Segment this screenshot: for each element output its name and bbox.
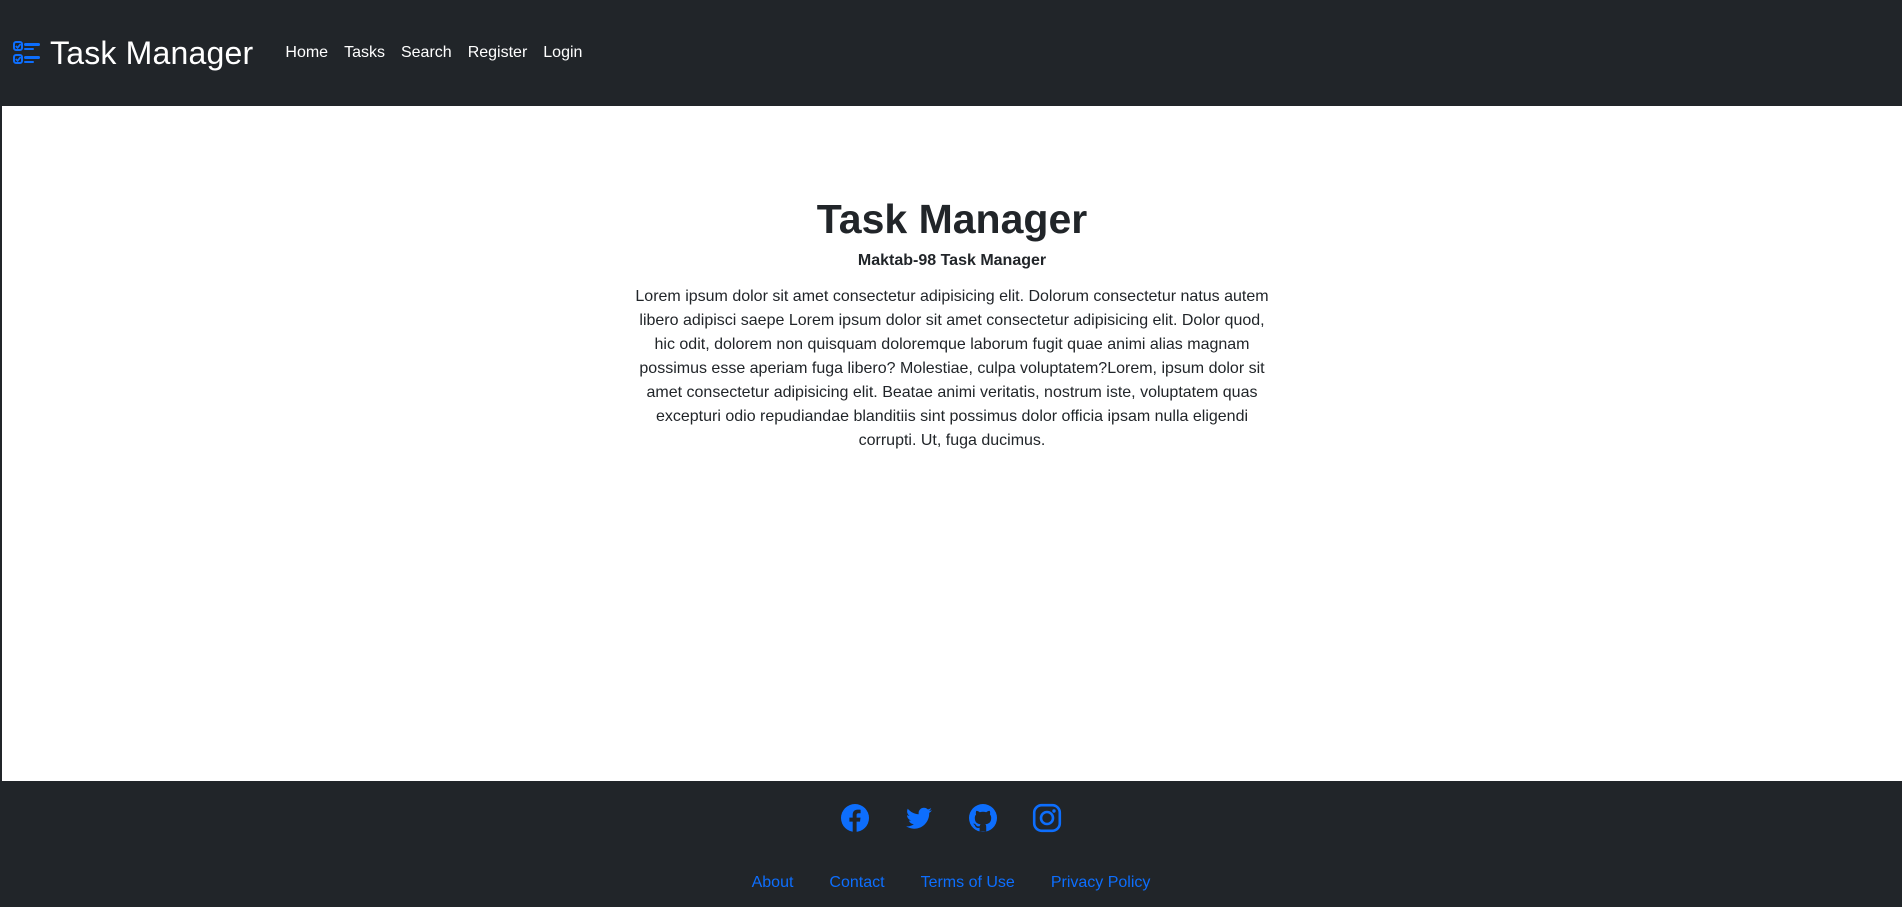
footer: About Contact Terms of Use Privacy Polic… — [0, 781, 1902, 907]
social-links — [0, 803, 1902, 833]
github-icon[interactable] — [968, 803, 998, 833]
nav-link-login[interactable]: Login — [543, 44, 582, 62]
twitter-icon[interactable] — [904, 803, 934, 833]
nav-links: Home Tasks Search Register Login — [285, 44, 582, 62]
list-check-icon — [13, 39, 41, 67]
app: Task Manager Home Tasks Search Register … — [0, 0, 1902, 907]
nav-link-home[interactable]: Home — [285, 44, 328, 62]
footer-link-privacy[interactable]: Privacy Policy — [1051, 874, 1151, 892]
main-content: Task Manager Maktab-98 Task Manager Lore… — [2, 106, 1902, 781]
hero-description: Lorem ipsum dolor sit amet consectetur a… — [635, 288, 1269, 449]
footer-link-contact[interactable]: Contact — [829, 874, 884, 892]
brand-link[interactable]: Task Manager — [13, 35, 253, 72]
footer-link-terms[interactable]: Terms of Use — [921, 874, 1015, 892]
instagram-icon[interactable] — [1032, 803, 1062, 833]
page-subtitle: Maktab-98 Task Manager — [857, 252, 1047, 269]
brand-title: Task Manager — [50, 34, 254, 71]
footer-link-about[interactable]: About — [752, 874, 794, 892]
hero-section: Task Manager Maktab-98 Task Manager Lore… — [2, 194, 1902, 453]
nav-link-search[interactable]: Search — [401, 44, 452, 62]
navbar: Task Manager Home Tasks Search Register … — [0, 0, 1902, 106]
nav-link-register[interactable]: Register — [468, 44, 528, 62]
page-title: Task Manager — [816, 196, 1088, 242]
facebook-icon[interactable] — [840, 803, 870, 833]
nav-link-tasks[interactable]: Tasks — [344, 44, 385, 62]
footer-links: About Contact Terms of Use Privacy Polic… — [0, 874, 1902, 892]
